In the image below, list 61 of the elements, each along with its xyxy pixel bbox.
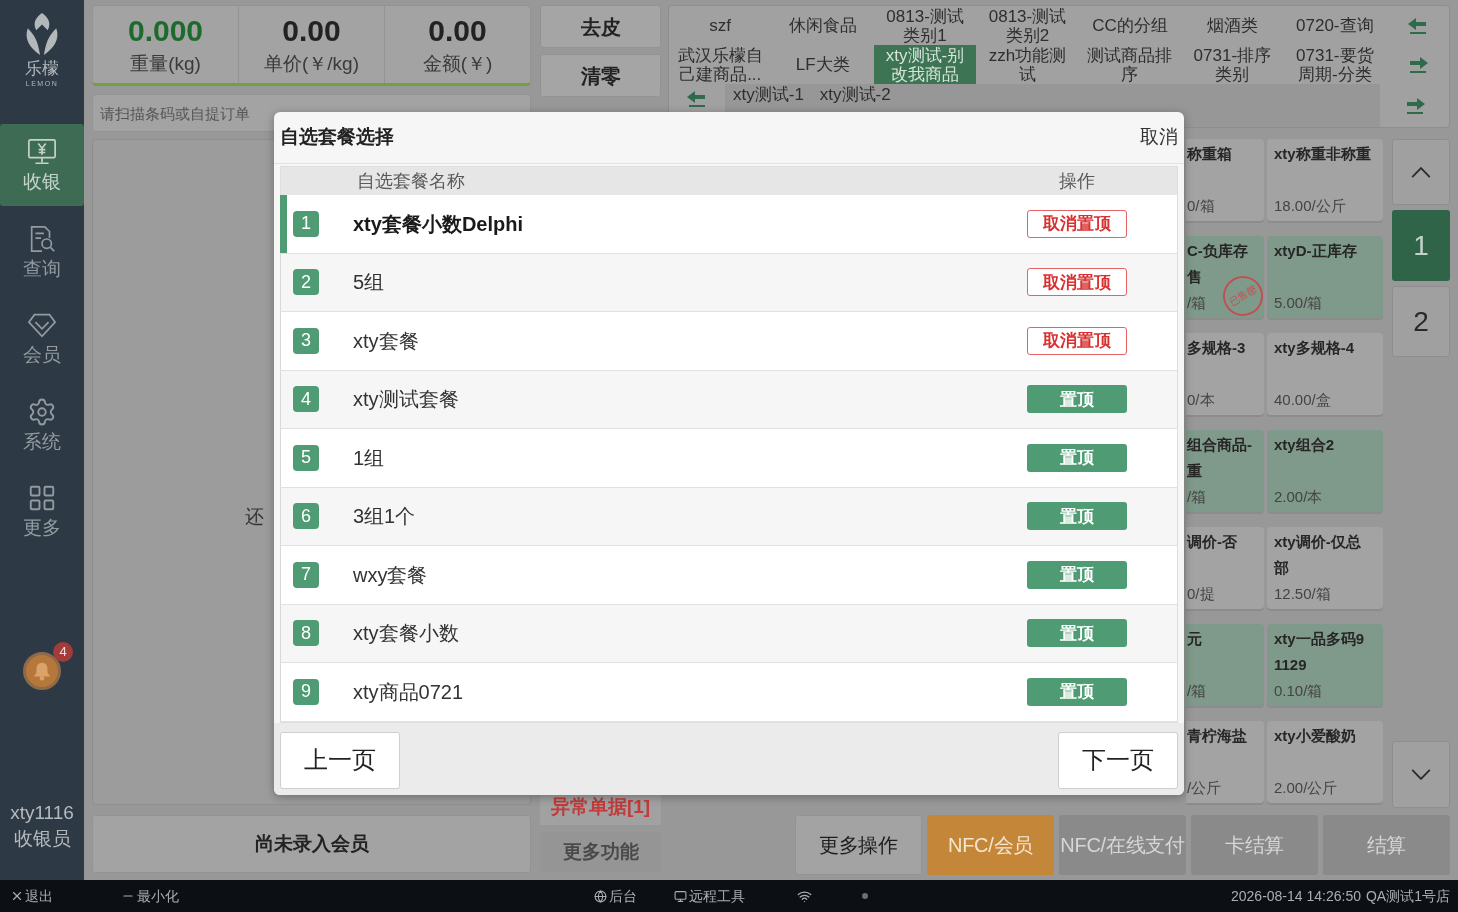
product-name: 组合商品-重 — [1187, 435, 1253, 481]
column-header: 自选套餐名称 — [356, 169, 466, 193]
scale-value: 0.00 — [428, 13, 487, 48]
product-price: 5.00/箱 — [1274, 293, 1323, 313]
user-name: xty1116 — [10, 800, 74, 825]
empty-cart-message: 还 — [245, 505, 264, 529]
package-name: xty套餐 — [353, 328, 420, 354]
product-name: xtyD-正库存 — [1274, 241, 1357, 261]
package-name: xty测试套餐 — [353, 387, 460, 413]
column-header: 操作 — [1058, 169, 1096, 193]
package-name: 5组 — [353, 270, 386, 296]
product-name: xty小爱酸奶 — [1274, 726, 1356, 746]
store-name: QA测试1号店 — [1366, 886, 1450, 906]
product-name: xty组合2 — [1274, 435, 1335, 455]
notification-count-badge: 4 — [53, 641, 73, 662]
dialog-title: 自选套餐选择 — [280, 125, 394, 150]
row-number: 5 — [293, 444, 319, 471]
product-price: 0/箱 — [1187, 196, 1215, 216]
scale-label: 重量(kg) — [130, 51, 201, 76]
product-name: 称重箱 — [1187, 144, 1232, 164]
product-price: /箱 — [1187, 681, 1207, 701]
product-price: 12.50/箱 — [1274, 584, 1331, 604]
product-price: 0/提 — [1187, 584, 1215, 604]
product-name: 元 — [1187, 629, 1202, 649]
product-price: 40.00/盒 — [1274, 390, 1331, 410]
package-name: 3组1个 — [353, 504, 417, 530]
scale-value: 0.00 — [282, 13, 341, 48]
row-number: 1 — [293, 210, 319, 237]
row-number: 9 — [293, 678, 319, 705]
row-number: 3 — [293, 327, 319, 354]
product-name: xty调价-仅总部 — [1274, 532, 1362, 578]
scale-value: 0.000 — [127, 13, 204, 48]
product-price: 0/本 — [1187, 390, 1215, 410]
product-price: /箱 — [1187, 487, 1207, 507]
scale-label: 单价(￥/kg) — [264, 51, 359, 76]
product-name: 调价-否 — [1187, 532, 1237, 552]
row-number: 6 — [293, 503, 319, 530]
product-name: xty多规格-4 — [1274, 338, 1355, 358]
product-price: 2.00/本 — [1274, 487, 1323, 507]
package-name: 1组 — [353, 445, 386, 471]
user-role: 收银员 — [13, 826, 71, 851]
product-price: /公斤 — [1187, 778, 1222, 798]
product-price: 2.00/公斤 — [1274, 778, 1338, 798]
package-name: wxy套餐 — [353, 562, 429, 588]
scale-label: 金额(￥) — [422, 51, 493, 76]
package-name: xty套餐小数 — [353, 621, 460, 647]
row-number: 8 — [293, 620, 319, 647]
product-name: xty称重非称重 — [1274, 144, 1371, 164]
product-price: 18.00/公斤 — [1274, 196, 1346, 216]
product-price: 0.10/箱 — [1274, 681, 1323, 701]
product-name: 青柠海盐 — [1187, 726, 1247, 746]
row-number: 2 — [293, 269, 319, 296]
product-price: /箱 — [1187, 293, 1207, 313]
package-name: xty套餐小数Delphi — [353, 211, 525, 237]
product-name: 多规格-3 — [1187, 338, 1246, 358]
row-number: 4 — [293, 386, 319, 413]
package-name: xty商品0721 — [353, 679, 465, 705]
logo-name: 乐檬 — [25, 59, 59, 79]
date-time: 2026-08-14 14:26:50 — [1231, 886, 1361, 906]
product-name: xty一品多码91129 — [1274, 629, 1366, 675]
row-number: 7 — [293, 561, 319, 588]
